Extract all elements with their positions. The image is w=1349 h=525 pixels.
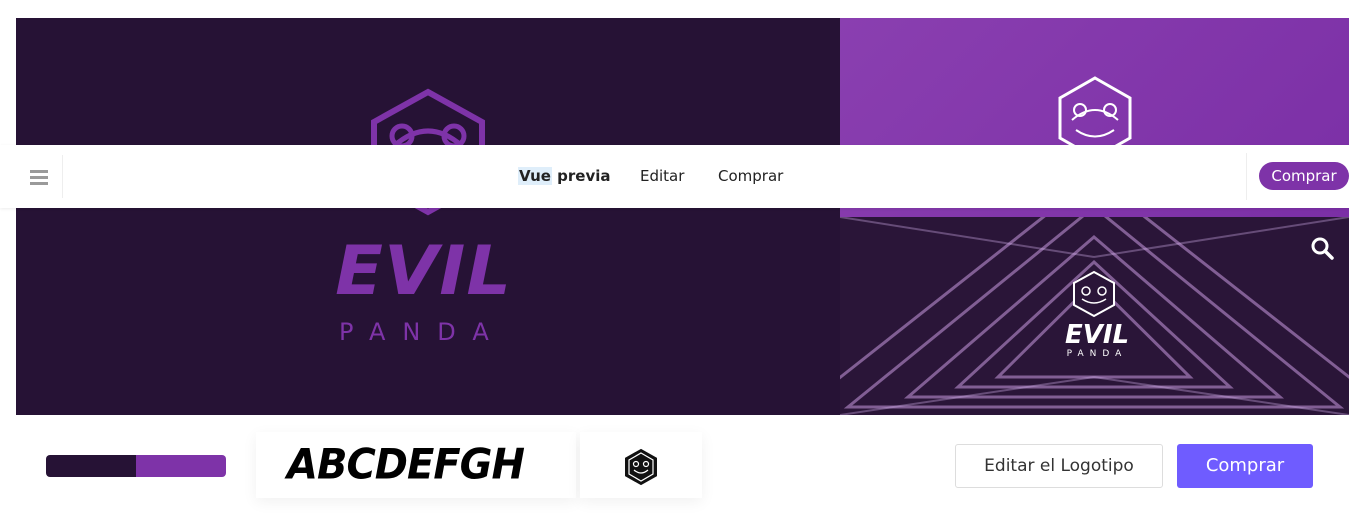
edit-logo-button[interactable]: Editar el Logotipo xyxy=(955,444,1163,488)
tunnel-logo-sub: PANDA xyxy=(1066,349,1128,359)
hamburger-icon[interactable] xyxy=(16,155,63,198)
font-preview-card[interactable]: ABCDEFGH xyxy=(256,432,576,498)
evil-wordmark: EVIL xyxy=(335,232,528,316)
tunnel-background xyxy=(840,217,1349,415)
preview-toolbar: Vue previa Editar Comprar Comprar xyxy=(0,145,1349,208)
icon-preview-card[interactable] xyxy=(580,432,702,498)
toolbar-divider xyxy=(1246,153,1247,200)
tab-preview-label-a: Vue xyxy=(518,167,552,185)
tab-preview[interactable]: Vue previa xyxy=(518,165,611,187)
tab-preview-label-b: previa xyxy=(551,167,611,185)
tunnel-logo-main: EVIL xyxy=(1064,320,1130,350)
logo-preview-dark: EVIL PANDA xyxy=(16,18,840,415)
tunnel-logo-text: EVIL PANDA xyxy=(1062,321,1132,359)
logo-main-text: EVIL xyxy=(335,232,513,311)
logo-mockup-tunnel: EVIL PANDA xyxy=(840,217,1349,415)
search-icon[interactable] xyxy=(1310,236,1334,260)
tab-buy[interactable]: Comprar xyxy=(718,165,783,187)
color-swatch-dark xyxy=(46,455,136,477)
logo-sub-text: PANDA xyxy=(339,318,506,346)
font-sample: ABCDEFGH xyxy=(287,440,525,490)
buy-button[interactable]: Comprar xyxy=(1177,444,1313,488)
color-palette[interactable] xyxy=(46,455,226,477)
panda-emblem-icon xyxy=(371,88,485,216)
panda-icon xyxy=(625,448,657,486)
tab-edit[interactable]: Editar xyxy=(640,165,684,187)
panda-subtitle: PANDA xyxy=(339,318,529,346)
color-swatch-purple xyxy=(136,455,226,477)
toolbar-buy-button[interactable]: Comprar xyxy=(1259,162,1349,190)
